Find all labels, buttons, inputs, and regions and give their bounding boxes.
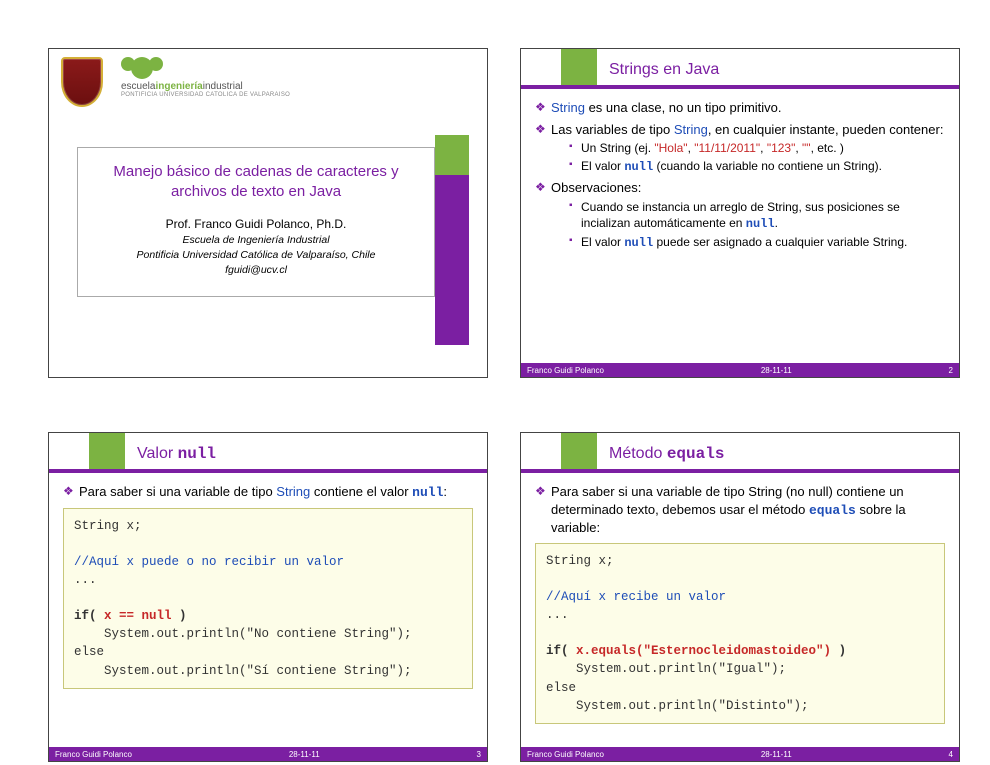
page-number: 3 — [477, 750, 481, 759]
bullet: Observaciones: Cuando se instancia un ar… — [535, 179, 949, 251]
slide-body: String es una clase, no un tipo primitiv… — [531, 99, 949, 357]
slide-title: Método equals — [609, 445, 724, 469]
slide-title: Valor null — [137, 445, 216, 469]
footer-author: Franco Guidi Polanco — [527, 366, 604, 375]
slide-body: Para saber si una variable de tipo Strin… — [59, 483, 477, 741]
accent-tab-icon — [89, 433, 125, 469]
bullet: Las variables de tipo String, en cualqui… — [535, 121, 949, 176]
accent-tab-icon — [561, 49, 597, 85]
accent-purple-block — [435, 175, 469, 345]
slide-header: Valor null — [89, 433, 216, 469]
blob-icon — [121, 57, 159, 79]
school-logo-subtext: PONTIFICIA UNIVERSIDAD CATOLICA DE VALPA… — [121, 92, 290, 98]
accent-tab-icon — [561, 433, 597, 469]
sub-bullet: El valor null puede ser asignado a cualq… — [569, 234, 949, 251]
slide-header: Método equals — [561, 433, 724, 469]
bullet: String es una clase, no un tipo primitiv… — [535, 99, 949, 117]
accent-green-block — [435, 135, 469, 175]
sub-bullet: El valor null (cuando la variable no con… — [569, 158, 949, 175]
school-logo: escuelaingenieríaindustrial PONTIFICIA U… — [121, 57, 290, 98]
footer-author: Franco Guidi Polanco — [55, 750, 132, 759]
footer-date: 28-11-11 — [604, 366, 949, 375]
slide-footer: Franco Guidi Polanco 28-11-11 3 — [49, 747, 487, 761]
footer-date: 28-11-11 — [132, 750, 477, 759]
author-name: Prof. Franco Guidi Polanco, Ph.D. — [88, 217, 424, 231]
sub-bullet: Un String (ej. "Hola", "11/11/2011", "12… — [569, 140, 949, 156]
footer-author: Franco Guidi Polanco — [527, 750, 604, 759]
title-rule — [49, 469, 487, 473]
title-rule — [521, 469, 959, 473]
slide-3-null: Valor null Para saber si una variable de… — [48, 432, 488, 762]
code-example: String x; //Aquí x recibe un valor ... i… — [535, 543, 945, 724]
footer-date: 28-11-11 — [604, 750, 949, 759]
bullet: Para saber si una variable de tipo Strin… — [535, 483, 949, 537]
slide-handout: escuelaingenieríaindustrial PONTIFICIA U… — [0, 0, 990, 765]
slide-footer: Franco Guidi Polanco 28-11-11 4 — [521, 747, 959, 761]
slide-4-equals: Método equals Para saber si una variable… — [520, 432, 960, 762]
page-number: 2 — [949, 366, 953, 375]
school-logo-text: escuelaingenieríaindustrial — [121, 81, 243, 92]
title-card: Manejo básico de cadenas de caracteres y… — [77, 147, 435, 297]
page-number: 4 — [949, 750, 953, 759]
presentation-title: Manejo básico de cadenas de caracteres y… — [88, 162, 424, 203]
slide-header: Strings en Java — [561, 49, 719, 85]
slide-1-title: escuelaingenieríaindustrial PONTIFICIA U… — [48, 48, 488, 378]
slide-title: Strings en Java — [609, 61, 719, 85]
university-shield-icon — [61, 57, 103, 107]
title-rule — [521, 85, 959, 89]
sub-bullet: Cuando se instancia un arreglo de String… — [569, 199, 949, 232]
bullet: Para saber si una variable de tipo Strin… — [63, 483, 477, 502]
slide-footer: Franco Guidi Polanco 28-11-11 2 — [521, 363, 959, 377]
affiliation: Escuela de Ingeniería Industrial Pontifi… — [88, 233, 424, 279]
code-example: String x; //Aquí x puede o no recibir un… — [63, 508, 473, 689]
slide-body: Para saber si una variable de tipo Strin… — [531, 483, 949, 741]
slide-2-strings: Strings en Java String es una clase, no … — [520, 48, 960, 378]
logo-row: escuelaingenieríaindustrial PONTIFICIA U… — [61, 57, 290, 107]
